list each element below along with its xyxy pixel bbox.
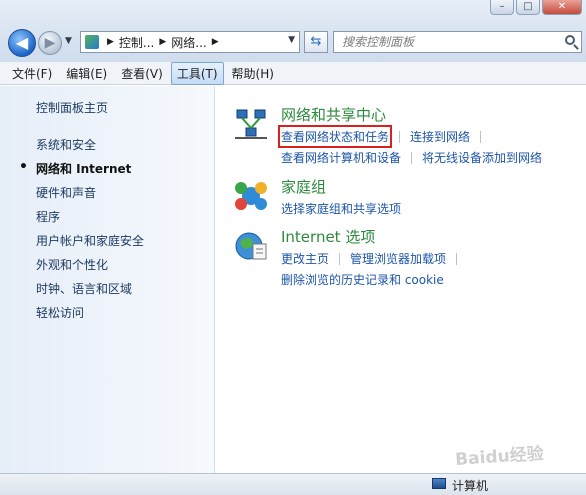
breadcrumb-arrow-icon[interactable]: ▶ bbox=[107, 37, 114, 47]
menu-file[interactable]: 文件(F) bbox=[6, 62, 58, 85]
category-list: 系统和安全 网络和 Internet 硬件和声音 程序 用户帐户和家庭安全 外观… bbox=[19, 136, 144, 328]
group-network-sharing: 网络和共享中心 查看网络状态和任务 连接到网络 查看网络计算机和设备 将无线设备… bbox=[233, 104, 583, 174]
nav-clock-language-region[interactable]: 时钟、语言和区域 bbox=[36, 280, 144, 304]
maximize-button[interactable]: □ bbox=[516, 0, 540, 15]
network-sharing-title[interactable]: 网络和共享中心 bbox=[281, 104, 386, 125]
menu-tools[interactable]: 工具(T) bbox=[170, 61, 224, 85]
close-button[interactable]: ✕ bbox=[542, 0, 582, 15]
address-dropdown-icon[interactable]: ▼ bbox=[288, 35, 295, 45]
back-button[interactable]: ◀ bbox=[8, 29, 36, 57]
group-homegroup: 家庭组 选择家庭组和共享选项 bbox=[233, 176, 583, 220]
internet-links-row-1: 更改主页 管理浏览器加载项 bbox=[281, 250, 467, 267]
add-wireless-device-link[interactable]: 将无线设备添加到网络 bbox=[422, 149, 542, 166]
delete-browsing-history-link[interactable]: 删除浏览的历史记录和 cookie bbox=[281, 271, 444, 288]
homegroup-sharing-options-link[interactable]: 选择家庭组和共享选项 bbox=[281, 200, 401, 217]
breadcrumb-arrow-icon[interactable]: ▶ bbox=[212, 37, 219, 47]
breadcrumb-network[interactable]: 网络... bbox=[171, 34, 206, 51]
minimize-button[interactable]: – bbox=[490, 0, 514, 15]
link-separator bbox=[399, 130, 401, 143]
address-bar[interactable]: ▶ 控制... ▶ 网络... ▶ ▼ bbox=[80, 31, 300, 53]
breadcrumb-control-panel[interactable]: 控制... bbox=[119, 34, 154, 51]
search-input[interactable] bbox=[342, 33, 542, 51]
computer-icon bbox=[432, 478, 446, 489]
change-home-page-link[interactable]: 更改主页 bbox=[281, 250, 329, 267]
homegroup-icon bbox=[235, 182, 267, 210]
nav-hardware-sound[interactable]: 硬件和声音 bbox=[36, 184, 144, 208]
view-network-computers-link[interactable]: 查看网络计算机和设备 bbox=[281, 149, 401, 166]
menu-edit[interactable]: 编辑(E) bbox=[60, 62, 113, 85]
search-box[interactable] bbox=[333, 31, 582, 53]
internet-options-title[interactable]: Internet 选项 bbox=[281, 226, 375, 247]
internet-options-icon bbox=[235, 232, 267, 260]
internet-links-row-2: 删除浏览的历史记录和 cookie bbox=[281, 271, 444, 288]
left-nav-pane: 控制面板主页 系统和安全 网络和 Internet 硬件和声音 程序 用户帐户和… bbox=[0, 86, 215, 473]
homegroup-links-row: 选择家庭组和共享选项 bbox=[281, 200, 401, 217]
control-panel-home-link[interactable]: 控制面板主页 bbox=[36, 99, 108, 116]
link-separator bbox=[339, 252, 341, 265]
window-chrome: – □ ✕ ◀ ▶ ▼ ▶ 控制... ▶ 网络... ▶ ▼ ⇆ bbox=[0, 0, 586, 63]
homegroup-title[interactable]: 家庭组 bbox=[281, 176, 326, 197]
menu-help[interactable]: 帮助(H) bbox=[226, 62, 280, 85]
link-separator bbox=[456, 252, 458, 265]
network-links-row-1: 查看网络状态和任务 连接到网络 bbox=[277, 125, 491, 148]
forward-button[interactable]: ▶ bbox=[38, 31, 62, 55]
manage-addons-link[interactable]: 管理浏览器加载项 bbox=[350, 250, 446, 267]
status-bar: 计算机 bbox=[0, 473, 586, 495]
control-panel-icon bbox=[85, 35, 99, 49]
window-controls: – □ ✕ bbox=[490, 0, 582, 18]
arrow-right-icon: ▶ bbox=[44, 35, 56, 51]
recent-pages-dropdown[interactable]: ▼ bbox=[65, 36, 72, 46]
nav-system-security[interactable]: 系统和安全 bbox=[36, 136, 144, 160]
main-content: 网络和共享中心 查看网络状态和任务 连接到网络 查看网络计算机和设备 将无线设备… bbox=[215, 86, 586, 473]
menu-view[interactable]: 查看(V) bbox=[115, 62, 169, 85]
nav-ease-of-access[interactable]: 轻松访问 bbox=[36, 304, 144, 328]
refresh-button[interactable]: ⇆ bbox=[304, 31, 328, 53]
view-network-status-link[interactable]: 查看网络状态和任务 bbox=[277, 125, 393, 148]
arrow-left-icon: ◀ bbox=[15, 33, 29, 52]
chevron-down-icon: ▼ bbox=[65, 36, 72, 46]
nav-programs[interactable]: 程序 bbox=[36, 208, 144, 232]
link-separator bbox=[411, 151, 413, 164]
nav-network-internet: 网络和 Internet bbox=[19, 159, 144, 184]
menu-bar: 文件(F) 编辑(E) 查看(V) 工具(T) 帮助(H) bbox=[0, 61, 586, 85]
nav-user-accounts[interactable]: 用户帐户和家庭安全 bbox=[36, 232, 144, 256]
link-separator bbox=[480, 130, 482, 143]
network-sharing-icon bbox=[235, 109, 267, 139]
network-links-row-2: 查看网络计算机和设备 将无线设备添加到网络 bbox=[281, 149, 542, 166]
refresh-icon: ⇆ bbox=[310, 34, 322, 49]
status-computer-label: 计算机 bbox=[452, 479, 489, 493]
breadcrumb-arrow-icon[interactable]: ▶ bbox=[159, 37, 166, 47]
search-icon[interactable] bbox=[565, 35, 575, 45]
nav-appearance[interactable]: 外观和个性化 bbox=[36, 256, 144, 280]
connect-to-network-link[interactable]: 连接到网络 bbox=[410, 128, 470, 145]
group-internet-options: Internet 选项 更改主页 管理浏览器加载项 删除浏览的历史记录和 coo… bbox=[233, 226, 583, 296]
